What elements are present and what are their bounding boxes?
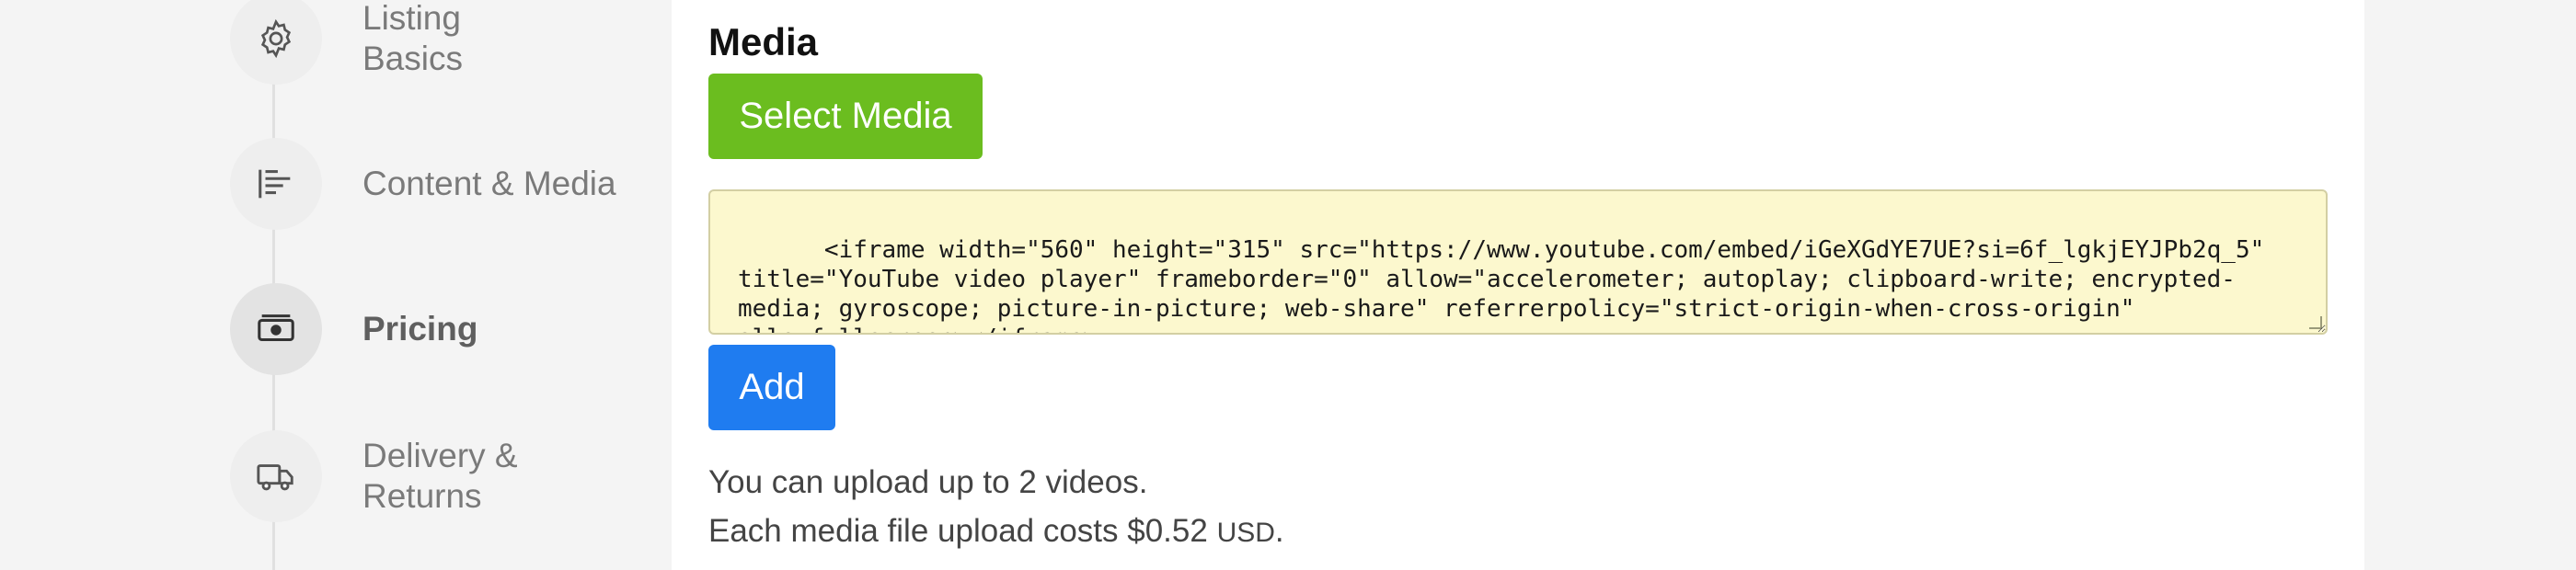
select-media-button[interactable]: Select Media: [708, 74, 983, 159]
cost-suffix: .: [1274, 513, 1284, 549]
currency-label: USD: [1216, 518, 1275, 548]
resize-handle-icon[interactable]: [2309, 316, 2322, 329]
upload-limit-text: You can upload up to 2 videos.: [708, 464, 1148, 500]
step-label: Listing Basics: [362, 0, 463, 77]
section-title: Media: [708, 20, 819, 63]
page: Listing Basics Content & Media Pricing D…: [0, 0, 2576, 570]
step-delivery-returns[interactable]: Delivery & Returns: [230, 430, 546, 522]
truck-icon: [257, 464, 293, 491]
step-icon-circle: [230, 430, 322, 522]
upload-cost-text: Each media file upload costs $0.52 USD.: [708, 513, 1284, 550]
step-icon-circle: [230, 138, 322, 230]
step-icon-circle: [230, 0, 322, 85]
step-label: Delivery & Returns: [362, 437, 518, 515]
step-icon-circle: [230, 283, 322, 375]
step-pricing[interactable]: Pricing: [230, 283, 546, 375]
add-button[interactable]: Add: [708, 345, 835, 430]
step-listing-basics[interactable]: Listing Basics: [230, 0, 546, 85]
text-lines-icon: [259, 169, 291, 199]
gear-icon: [260, 18, 292, 59]
embed-code-text: <iframe width="560" height="315" src="ht…: [738, 236, 2265, 333]
embed-code-textarea[interactable]: <iframe width="560" height="315" src="ht…: [708, 189, 2328, 335]
step-label: Content & Media: [362, 165, 616, 202]
step-label: Pricing: [362, 310, 478, 348]
media-card: Media Select Media <iframe width="560" h…: [672, 0, 2364, 570]
cost-text: Each media file upload costs $0.52: [708, 513, 1208, 549]
step-content-media[interactable]: Content & Media: [230, 138, 657, 230]
money-icon: [258, 314, 294, 342]
progress-stepper: Listing Basics Content & Media Pricing D…: [221, 0, 653, 570]
